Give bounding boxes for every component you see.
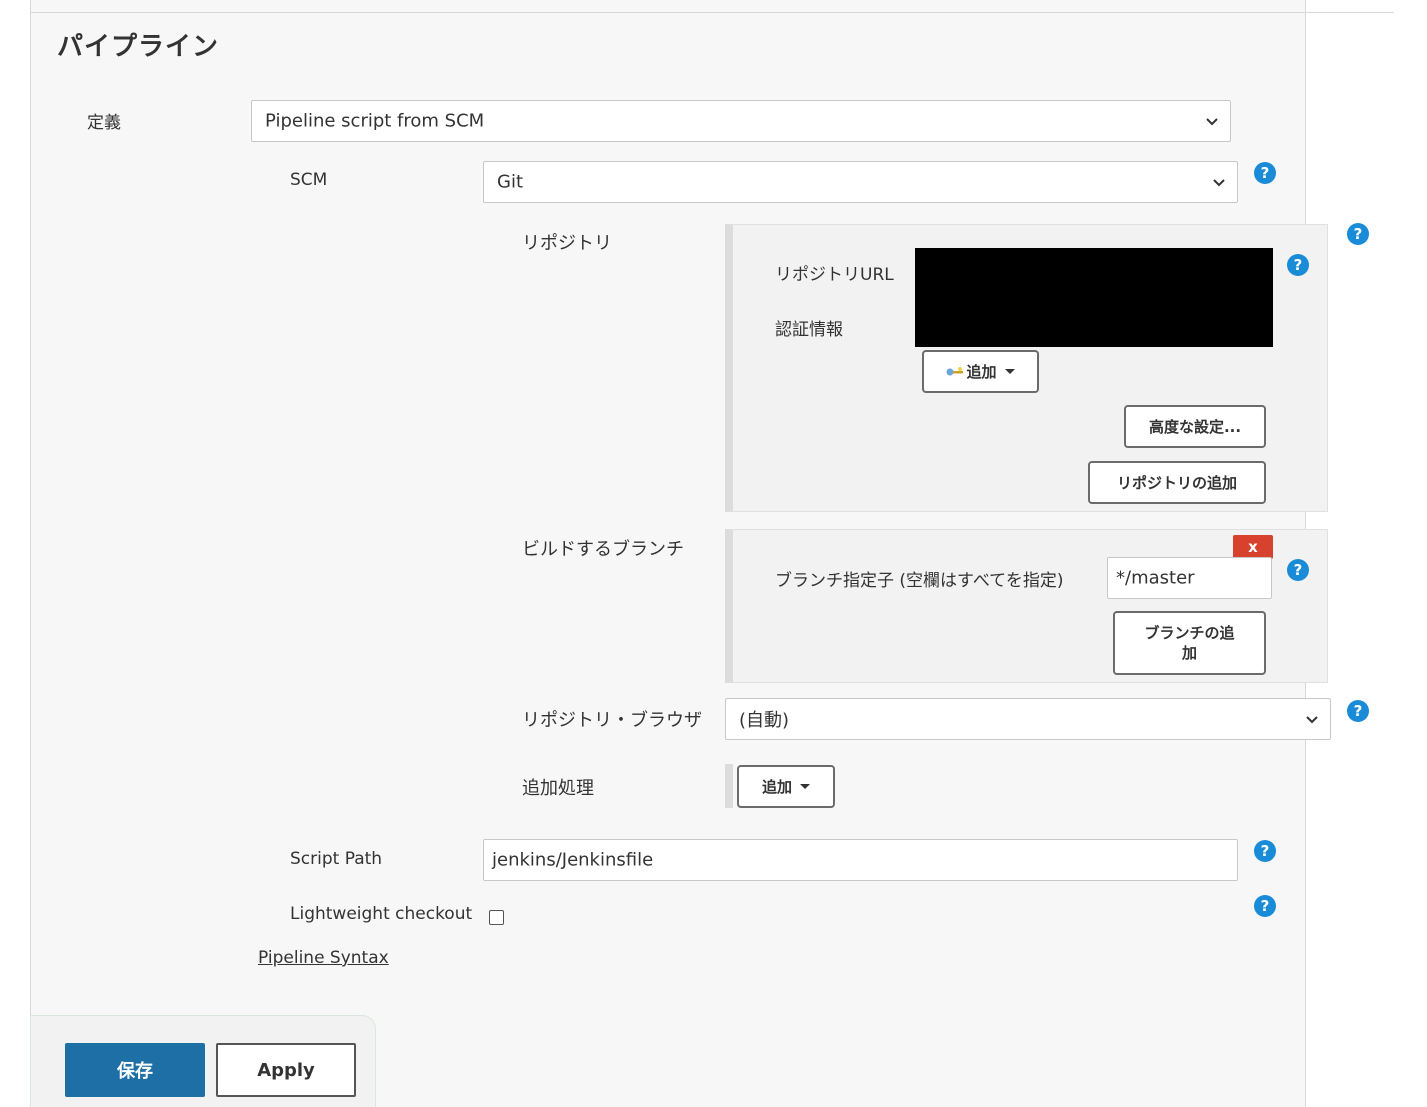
advanced-button[interactable]: 高度な設定... — [1124, 405, 1266, 448]
chevron-down-icon — [1206, 118, 1218, 126]
caret-down-icon — [800, 784, 810, 789]
branch-specifier-input[interactable]: */master — [1107, 557, 1272, 599]
lightweight-checkout-checkbox[interactable] — [489, 910, 504, 925]
definition-label: 定義 — [87, 113, 121, 133]
branches-label: ビルドするブランチ — [522, 539, 684, 560]
pipeline-syntax-link[interactable]: Pipeline Syntax — [258, 948, 389, 968]
definition-select[interactable]: Pipeline script from SCM — [251, 100, 1231, 142]
script-path-help-icon[interactable]: ? — [1254, 840, 1276, 862]
redacted-area — [915, 248, 1273, 347]
repository-url-help-icon[interactable]: ? — [1287, 254, 1309, 276]
scm-select-value: Git — [497, 171, 524, 193]
add-branch-button[interactable]: ブランチの追 加 — [1113, 611, 1266, 675]
caret-down-icon — [1004, 369, 1015, 374]
save-button[interactable]: 保存 — [65, 1043, 205, 1097]
additional-behaviours-label: 追加処理 — [522, 778, 594, 799]
script-path-value: jenkins/Jenkinsfile — [492, 849, 654, 871]
divider — [1304, 12, 1394, 13]
scm-label: SCM — [290, 170, 328, 190]
key-icon — [946, 366, 964, 375]
repository-url-label: リポジトリURL — [775, 265, 894, 285]
add-behaviour-label: 追加 — [761, 778, 792, 796]
additional-behaviours-bar — [725, 764, 733, 808]
branch-specifier-value: */master — [1116, 567, 1195, 589]
script-path-label: Script Path — [290, 849, 383, 869]
add-credentials-button[interactable]: 追加 — [922, 350, 1039, 393]
scm-select[interactable]: Git — [483, 161, 1238, 203]
add-branch-label-line1: ブランチの追 — [1144, 624, 1235, 642]
repository-browser-select[interactable]: (自動) — [725, 698, 1331, 740]
chevron-down-icon — [1213, 179, 1225, 187]
repository-label: リポジトリ — [522, 233, 612, 254]
branch-specifier-label: ブランチ指定子 (空欄はすべてを指定) — [775, 571, 1064, 591]
apply-button[interactable]: Apply — [216, 1043, 356, 1097]
section-title: パイプライン — [57, 32, 220, 62]
repository-help-icon[interactable]: ? — [1347, 223, 1369, 245]
add-credentials-label: 追加 — [966, 363, 997, 381]
delete-branch-button[interactable]: x — [1233, 535, 1273, 559]
repository-browser-value: (自動) — [739, 710, 790, 731]
add-behaviour-button[interactable]: 追加 — [737, 765, 835, 808]
add-branch-label-line2: 加 — [1181, 644, 1197, 662]
definition-select-value: Pipeline script from SCM — [265, 110, 485, 132]
branch-help-icon[interactable]: ? — [1287, 559, 1309, 581]
scm-help-icon[interactable]: ? — [1254, 162, 1276, 184]
repository-browser-help-icon[interactable]: ? — [1347, 700, 1369, 722]
lightweight-checkout-label: Lightweight checkout — [290, 904, 473, 924]
add-repository-button[interactable]: リポジトリの追加 — [1088, 461, 1266, 504]
chevron-down-icon — [1306, 716, 1318, 724]
lightweight-checkout-help-icon[interactable]: ? — [1254, 895, 1276, 917]
divider — [30, 12, 1304, 13]
repository-browser-label: リポジトリ・ブラウザ — [522, 710, 702, 731]
script-path-input[interactable]: jenkins/Jenkinsfile — [483, 839, 1238, 881]
credentials-label: 認証情報 — [775, 320, 843, 340]
